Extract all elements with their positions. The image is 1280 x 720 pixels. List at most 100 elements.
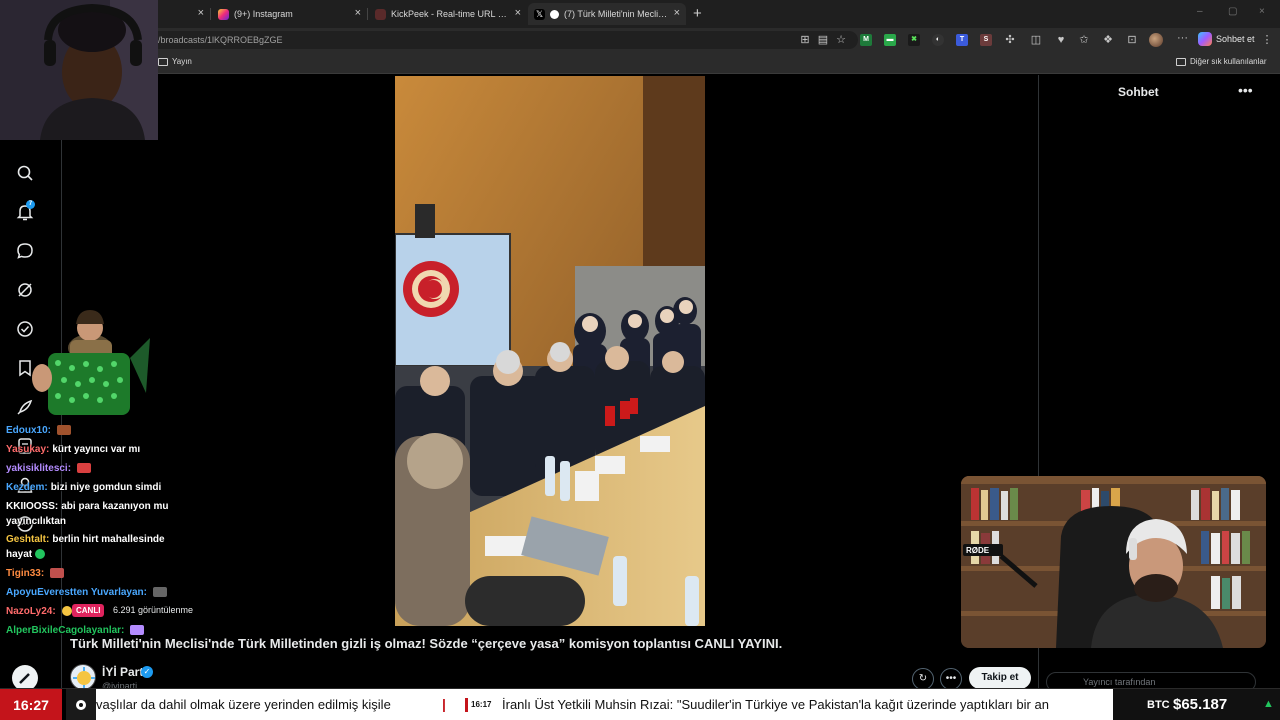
favorites-icon[interactable]: ✩ xyxy=(1077,33,1091,47)
chat-text: yayıncılıktan xyxy=(6,516,67,527)
btc-label: BTC xyxy=(1147,699,1170,711)
reader-mode-icon[interactable]: ▤ xyxy=(816,33,830,47)
bookmark-label: Yayın xyxy=(172,57,192,66)
tab-close-icon[interactable]: × xyxy=(198,7,204,19)
chat-username: Edoux10: xyxy=(6,425,52,436)
tab-divider xyxy=(367,8,368,20)
messages-icon[interactable] xyxy=(14,240,36,262)
url-text: /broadcasts/1lKQRROEBgZGE xyxy=(158,35,283,45)
ticker-headline: vaşlılar da dahil olmak üzere yerinden e… xyxy=(96,697,391,712)
extension-icon[interactable]: S xyxy=(980,34,992,46)
browser-tab-strip: × (9+) Instagram × KickPeek - Real-time … xyxy=(0,0,1280,28)
overlay-chat-message: yakisiklitesci: xyxy=(6,463,92,474)
overlay-chat-message: AlperBixileCagolayanlar: xyxy=(6,625,145,636)
extension-icon[interactable]: ✖ xyxy=(908,34,920,46)
tab-label: (7) Türk Milleti'nin Meclisi'nde xyxy=(564,9,669,19)
chat-emote xyxy=(130,625,145,636)
favorite-star-icon[interactable]: ☆ xyxy=(834,33,848,47)
extension-icon[interactable]: T xyxy=(956,34,968,46)
ticker-separator: | xyxy=(442,696,446,712)
instagram-icon xyxy=(218,8,229,20)
host-webcam-feed: RØDE xyxy=(961,476,1266,648)
overlay-chat-message: hayat xyxy=(6,549,46,560)
tab-close-icon[interactable]: × xyxy=(515,7,521,19)
tab-kickpeek[interactable]: KickPeek - Real-time URL Crawler f × xyxy=(369,3,527,25)
follow-button[interactable]: Takip et xyxy=(969,667,1031,689)
address-bar[interactable]: /broadcasts/1lKQRROEBgZGE ⊞ ▤ ☆ xyxy=(150,31,858,49)
live-badge: CANLI xyxy=(72,604,105,617)
ticker-headline: İranlı Üst Yetkili Muhsin Rızai: "Suudil… xyxy=(502,697,1049,712)
chat-emote xyxy=(57,425,72,436)
app-install-icon[interactable]: ⊞ xyxy=(798,33,812,47)
overlay-chat-message: NazoLy24: xyxy=(6,606,72,617)
chat-username: yakisiklitesci: xyxy=(6,463,72,474)
chat-username: Yasukay: xyxy=(6,444,50,455)
extensions-puzzle-icon[interactable]: ✣ xyxy=(1003,33,1017,47)
tab-close-icon[interactable]: × xyxy=(674,7,680,19)
chat-title: Sohbet xyxy=(1118,85,1159,99)
chat-emote xyxy=(153,587,167,598)
tab-active-x-broadcast[interactable]: 𝕏 (7) Türk Milleti'nin Meclisi'nde × xyxy=(528,3,686,25)
overlay-chat-message: yayıncılıktan xyxy=(6,516,66,527)
minimize-icon[interactable]: – xyxy=(1197,6,1203,17)
sidebar-toggle-icon[interactable]: ⋮ xyxy=(1260,33,1274,47)
tab-label: (9+) Instagram xyxy=(234,9,293,19)
more-options-icon[interactable]: ••• xyxy=(940,668,962,690)
chat-emote xyxy=(77,463,92,474)
profile-avatar[interactable] xyxy=(1149,33,1163,47)
chat-username: AlperBixileCagolayanlar: xyxy=(6,625,125,636)
other-favorites[interactable]: Diğer sık kullanılanlar xyxy=(1176,57,1266,66)
audio-playing-icon xyxy=(550,9,559,19)
tab-first[interactable]: × xyxy=(158,3,210,25)
bookmark-label: Diğer sık kullanılanlar xyxy=(1190,57,1267,66)
record-indicator xyxy=(66,689,96,720)
chat-text: kürt yayıncı var mı xyxy=(52,444,141,455)
collections-icon[interactable]: ❖ xyxy=(1101,33,1115,47)
extension-icon[interactable]: M xyxy=(860,34,872,46)
author-name[interactable]: İYİ Parti xyxy=(102,665,147,679)
share-icon[interactable]: ↻ xyxy=(912,668,934,690)
ticker-headlines: vaşlılar da dahil olmak üzere yerinden e… xyxy=(96,689,1113,720)
stream-title: Türk Milleti'nin Meclisi'nde Türk Millet… xyxy=(70,636,783,651)
browser-menu-icon[interactable]: ··· xyxy=(1177,32,1188,44)
meme-sticker xyxy=(32,310,150,415)
meeting-room-scene xyxy=(395,76,705,626)
chat-text: abi para kazanıyon mu xyxy=(61,501,169,512)
overlay-chat-message: Kezdem: bizi niye gomdun simdi xyxy=(6,482,161,493)
chat-text: berlin hirt mahallesinde xyxy=(52,534,165,545)
streamer-webcam-feed xyxy=(0,0,158,140)
tab-instagram[interactable]: (9+) Instagram × xyxy=(212,3,367,25)
maximize-icon[interactable]: ▢ xyxy=(1228,6,1237,17)
tab-divider xyxy=(210,8,211,20)
chat-username: NazoLy24: xyxy=(6,606,56,617)
btc-value: $65.187 xyxy=(1173,696,1228,713)
ticker-timestamp: 16:17 xyxy=(465,698,494,712)
close-window-icon[interactable]: × xyxy=(1259,6,1265,17)
new-tab-button[interactable]: + xyxy=(693,5,702,22)
chat-username: Tigin33: xyxy=(6,568,45,579)
overlay-chat-message: KKIIOOSS: abi para kazanıyon mu xyxy=(6,501,169,512)
news-ticker: 16:27 vaşlılar da dahil olmak üzere yeri… xyxy=(0,688,1280,720)
bookmark-yayin[interactable]: Yayın xyxy=(158,57,192,66)
browser-essentials-icon[interactable]: ♥ xyxy=(1054,33,1068,47)
tab-label: KickPeek - Real-time URL Crawler f xyxy=(391,9,511,19)
split-screen-icon[interactable]: ◫ xyxy=(1029,33,1043,47)
host-webcam: RØDE xyxy=(961,476,1266,648)
chat-username: Kezdem: xyxy=(6,482,48,493)
overlay-chat-message: Yasukay: kürt yayıncı var mı xyxy=(6,444,140,455)
copilot-button[interactable]: Sohbet et xyxy=(1198,32,1255,46)
kickpeek-icon xyxy=(375,8,386,20)
search-icon[interactable] xyxy=(14,162,36,184)
tab-close-icon[interactable]: × xyxy=(355,7,361,19)
broadcast-video[interactable] xyxy=(395,76,705,626)
extension-icon[interactable]: ▬ xyxy=(884,34,896,46)
author-avatar[interactable] xyxy=(70,664,96,690)
overlay-chat-message: ApoyuEverestten Yuvarlayan: xyxy=(6,587,167,598)
chat-more-icon[interactable]: ••• xyxy=(1238,82,1253,98)
btc-price: BTC $65.187 ▲ xyxy=(1113,689,1280,720)
extension-icon[interactable]: ◐ xyxy=(932,34,944,46)
streamer-webcam xyxy=(0,0,158,140)
screenshot-icon[interactable]: ⊡ xyxy=(1125,33,1139,47)
chat-text: bizi niye gomdun simdi xyxy=(50,482,162,493)
chat-username: Geshtalt: xyxy=(6,534,50,545)
